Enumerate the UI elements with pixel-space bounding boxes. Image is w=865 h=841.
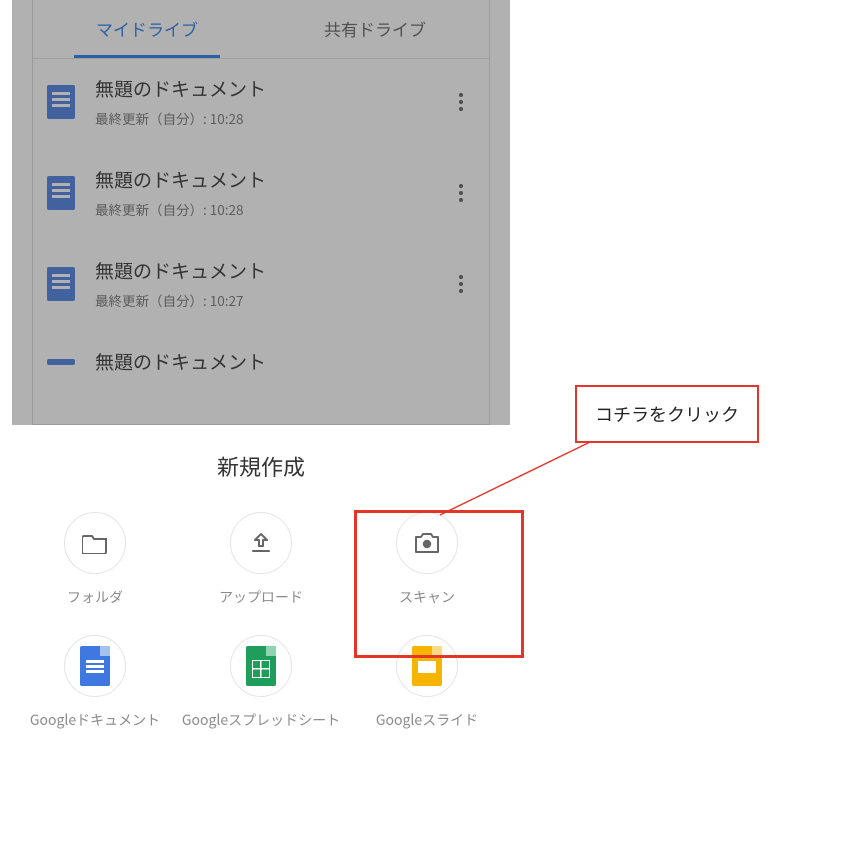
docs-icon [47, 176, 75, 210]
file-meta: 最終更新（自分）: 10:27 [95, 290, 447, 310]
file-title: 無題のドキュメント [95, 257, 447, 284]
google-sheets-icon [230, 635, 292, 697]
create-folder[interactable]: フォルダ [12, 512, 178, 607]
folder-icon [64, 512, 126, 574]
more-icon[interactable] [447, 272, 475, 296]
file-list: 無題のドキュメント 最終更新（自分）: 10:28 無題のドキュメント 最終更新… [33, 58, 489, 375]
tab-shared-drive[interactable]: 共有ドライブ [261, 0, 489, 58]
drive-screenshot: マイドライブ 共有ドライブ 無題のドキュメント 最終更新（自分）: 10:28 … [12, 0, 510, 425]
tab-my-drive[interactable]: マイドライブ [33, 0, 261, 58]
file-title: 無題のドキュメント [95, 166, 447, 193]
docs-icon [47, 359, 75, 365]
create-upload[interactable]: アップロード [178, 512, 344, 607]
create-google-sheet[interactable]: Googleスプレッドシート [178, 635, 344, 730]
upload-icon [230, 512, 292, 574]
file-text: 無題のドキュメント 最終更新（自分）: 10:28 [95, 166, 447, 219]
file-row[interactable]: 無題のドキュメント [33, 332, 489, 375]
google-docs-icon [64, 635, 126, 697]
create-google-doc[interactable]: Googleドキュメント [12, 635, 178, 730]
file-title: 無題のドキュメント [95, 75, 447, 102]
file-text: 無題のドキュメント 最終更新（自分）: 10:28 [95, 75, 447, 128]
file-row[interactable]: 無題のドキュメント 最終更新（自分）: 10:28 [33, 150, 489, 241]
file-meta: 最終更新（自分）: 10:28 [95, 199, 447, 219]
file-text: 無題のドキュメント 最終更新（自分）: 10:27 [95, 257, 447, 310]
docs-icon [47, 267, 75, 301]
file-text: 無題のドキュメント [95, 348, 475, 375]
create-label: Googleドキュメント [30, 711, 160, 730]
callout-box: コチラをクリック [575, 385, 759, 443]
more-icon[interactable] [447, 90, 475, 114]
create-label: アップロード [219, 588, 303, 607]
scan-highlight [354, 510, 524, 658]
file-title: 無題のドキュメント [95, 348, 475, 375]
create-label: Googleスプレッドシート [182, 711, 340, 730]
file-row[interactable]: 無題のドキュメント 最終更新（自分）: 10:28 [33, 59, 489, 150]
docs-icon [47, 85, 75, 119]
create-label: フォルダ [67, 588, 123, 607]
file-meta: 最終更新（自分）: 10:28 [95, 108, 447, 128]
create-label: Googleスライド [376, 711, 478, 730]
file-row[interactable]: 無題のドキュメント 最終更新（自分）: 10:27 [33, 241, 489, 332]
drive-window: マイドライブ 共有ドライブ 無題のドキュメント 最終更新（自分）: 10:28 … [32, 0, 490, 425]
more-icon[interactable] [447, 181, 475, 205]
drive-tabs: マイドライブ 共有ドライブ [33, 0, 489, 58]
stage: マイドライブ 共有ドライブ 無題のドキュメント 最終更新（自分）: 10:28 … [0, 0, 865, 841]
